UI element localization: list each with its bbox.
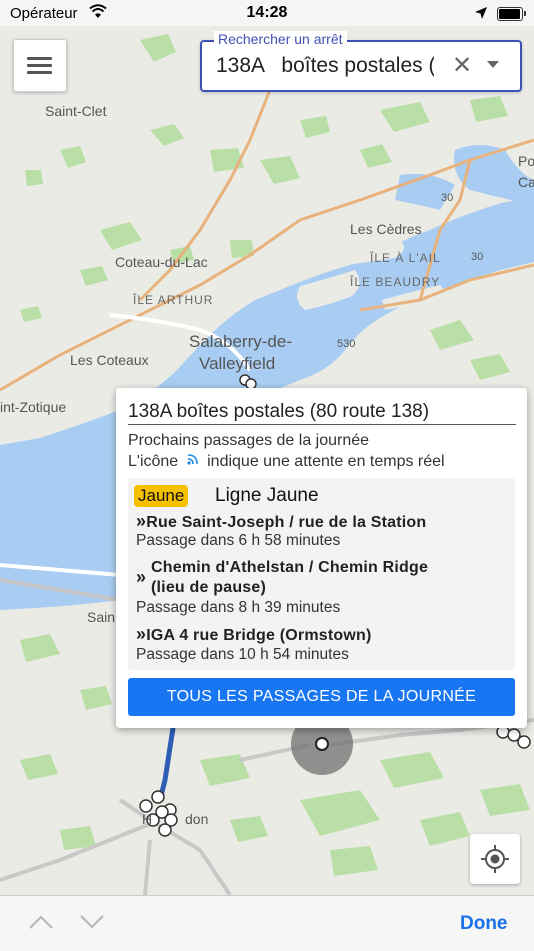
clear-icon[interactable]: ✕ [452,54,472,78]
map-label-salaberry: Salaberry-de- [189,332,292,351]
crosshair-icon [481,845,509,873]
route-shield-30-a: 30 [441,192,453,204]
departure-eta: Passage dans 8 h 39 minutes [136,599,341,616]
line-name: Ligne Jaune [215,485,319,506]
map-label-po: Po [518,153,534,169]
map-label-ile-beaudry: ÎLE BEAUDRY [349,274,440,289]
map-label-valleyfield: Valleyfield [199,354,275,373]
location-arrow-icon [475,7,487,19]
map-label-ile-a-lail: ÎLE À L'AIL [369,250,441,265]
stop-name: »Rue Saint-Joseph / rue de la Station [136,511,427,531]
search-label: Rechercher un arrêt [214,31,347,47]
done-button[interactable]: Done [460,913,508,935]
stop-info-popup: 138A boîtes postales (80 route 138) Proc… [116,388,527,728]
caret-down-icon[interactable] [487,61,499,68]
departure-eta: Passage dans 6 h 58 minutes [136,532,341,549]
map-label-saint-clet: Saint-Clet [45,103,107,119]
status-bar: Opérateur 14:28 [0,0,534,26]
double-chevron-icon: » [136,511,147,531]
search-input[interactable]: 138A boîtes postales ( [216,54,434,78]
realtime-hint-before: L'icône [128,453,179,470]
map-label-les-cedres: Les Cèdres [350,221,422,237]
keyboard-accessory-bar: Done [0,895,534,951]
realtime-hint-after: indique une attente en temps réel [207,453,445,470]
map-label-ile-arthur: ÎLE ARTHUR [132,292,213,307]
popup-subtitle: Prochains passages de la journée [128,432,370,449]
double-chevron-icon: » [136,624,147,644]
line-badge: Jaune [134,485,189,507]
map-label-huntingdon-h: H [142,811,152,827]
map-label-les-coteaux: Les Coteaux [70,352,149,368]
map-label-saint-zotique: int-Zotique [0,399,66,415]
battery-icon [497,7,526,21]
title-divider [128,424,516,425]
map-label-huntingdon-tail: don [185,811,208,827]
menu-button[interactable] [13,39,67,92]
chevron-up-icon[interactable] [28,912,54,932]
route-shield-530: 530 [337,338,355,350]
double-chevron-icon: » [136,567,147,587]
map-label-ca: Ca [518,174,534,190]
map-label-coteau-du-lac: Coteau-du-Lac [115,254,208,270]
stop-name: » Chemin d'Athelstan / Chemin Ridge (lie… [136,559,429,596]
line-card: Jaune Ligne Jaune »Rue Saint-Joseph / ru… [128,478,515,670]
popup-title: 138A boîtes postales (80 route 138) [128,401,430,422]
stop-name: »IGA 4 rue Bridge (Ormstown) [136,624,372,644]
departure-eta: Passage dans 10 h 54 minutes [136,646,349,663]
realtime-hint: L'icône indique une attente en temps rée… [128,453,445,471]
chevron-down-icon[interactable] [79,912,105,932]
route-shield-30-b: 30 [471,251,483,263]
locate-me-button[interactable] [470,834,520,884]
clock: 14:28 [246,4,288,21]
stop-search-field[interactable]: Rechercher un arrêt 138A boîtes postales… [200,31,522,92]
map-label-sain: Sain [87,609,115,625]
all-departures-button[interactable]: TOUS LES PASSAGES DE LA JOURNÉE [128,678,515,716]
realtime-signal-icon [187,454,198,465]
